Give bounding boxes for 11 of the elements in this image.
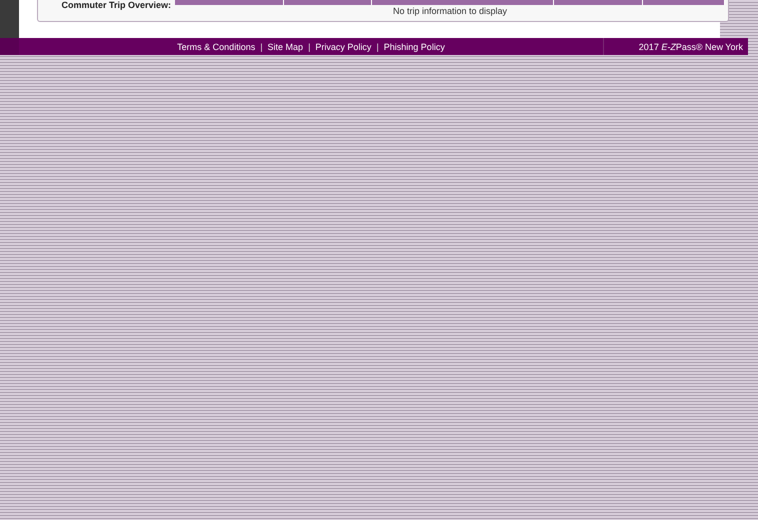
empty-message: No trip information to display — [392, 5, 508, 17]
footer-link[interactable]: Privacy Policy — [315, 42, 372, 52]
link-separator: | — [308, 42, 310, 52]
link-separator: | — [260, 42, 263, 52]
footer-link[interactable]: Phishing Policy — [384, 42, 445, 52]
copyright-text: 2017 E-ZPass® New York — [638, 42, 744, 52]
footer-link[interactable]: Terms & Conditions — [177, 42, 256, 52]
trip-overview-label: Commuter Trip Overview: — [60, 0, 172, 12]
footer-link[interactable]: Site Map — [268, 42, 304, 52]
link-separator: | — [376, 42, 379, 52]
sidebar-strip — [0, 0, 19, 38]
